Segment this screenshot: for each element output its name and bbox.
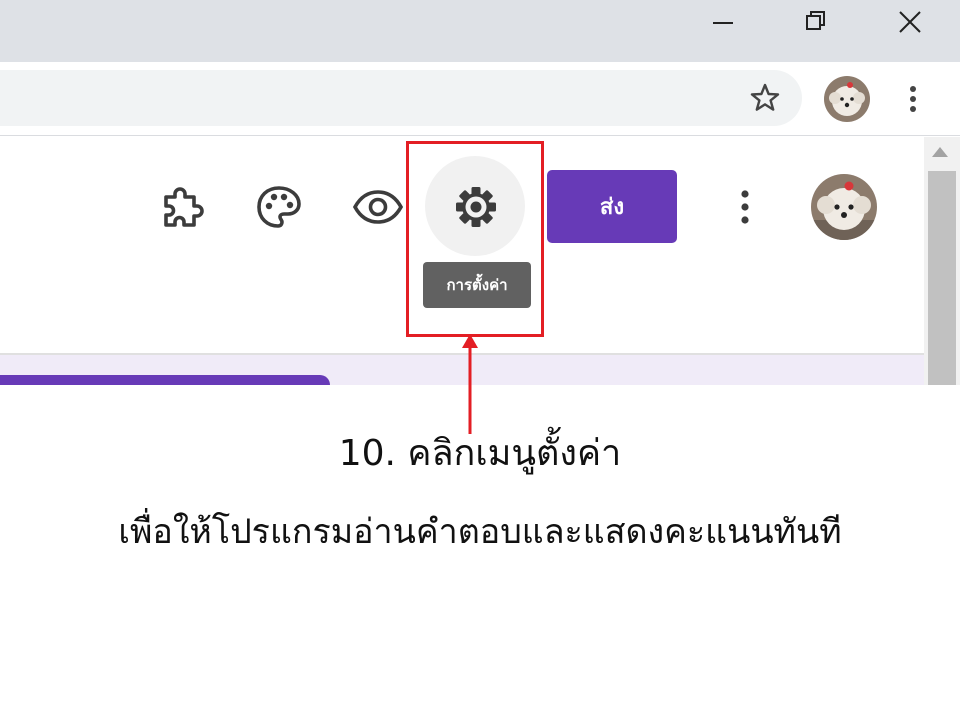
browser-title-bar: [0, 0, 960, 62]
address-bar[interactable]: [0, 70, 802, 126]
account-avatar[interactable]: [811, 174, 877, 240]
more-vert-icon: [910, 86, 916, 112]
close-window-button[interactable]: [886, 2, 932, 42]
addons-button[interactable]: [155, 181, 209, 235]
more-vert-icon: [741, 190, 749, 224]
close-icon: [899, 11, 921, 33]
minimize-icon: [713, 22, 733, 24]
eye-preview-icon: [352, 190, 404, 224]
page-scrollbar[interactable]: [924, 137, 960, 385]
restore-icon: [806, 11, 825, 30]
scroll-up-arrow-icon[interactable]: [932, 147, 948, 157]
browser-toolbar: [0, 62, 960, 136]
puzzle-addon-icon: [164, 187, 204, 227]
form-card-accent: [0, 375, 330, 385]
profile-avatar: [824, 76, 870, 122]
annotation-highlight-box: [406, 141, 544, 337]
restore-button[interactable]: [792, 2, 838, 42]
instruction-step: 10. คลิกเมนูตั้งค่า: [338, 433, 622, 474]
send-button[interactable]: ส่ง: [547, 170, 677, 243]
bookmark-star-button[interactable]: [748, 81, 782, 115]
minimize-button[interactable]: [700, 2, 746, 42]
profile-avatar: [811, 174, 877, 240]
preview-button[interactable]: [351, 180, 405, 234]
instruction-detail: เพื่อให้โปรแกรมอ่านคำตอบและแสดงคะแนนทันท…: [118, 512, 842, 552]
palette-icon: [257, 186, 301, 228]
customize-theme-button[interactable]: [252, 180, 306, 234]
browser-profile-avatar[interactable]: [824, 76, 870, 122]
browser-menu-button[interactable]: [898, 82, 928, 116]
star-icon: [750, 83, 780, 111]
scroll-thumb[interactable]: [928, 171, 956, 385]
annotation-arrow-icon: [462, 334, 478, 434]
more-options-button[interactable]: [728, 186, 762, 228]
